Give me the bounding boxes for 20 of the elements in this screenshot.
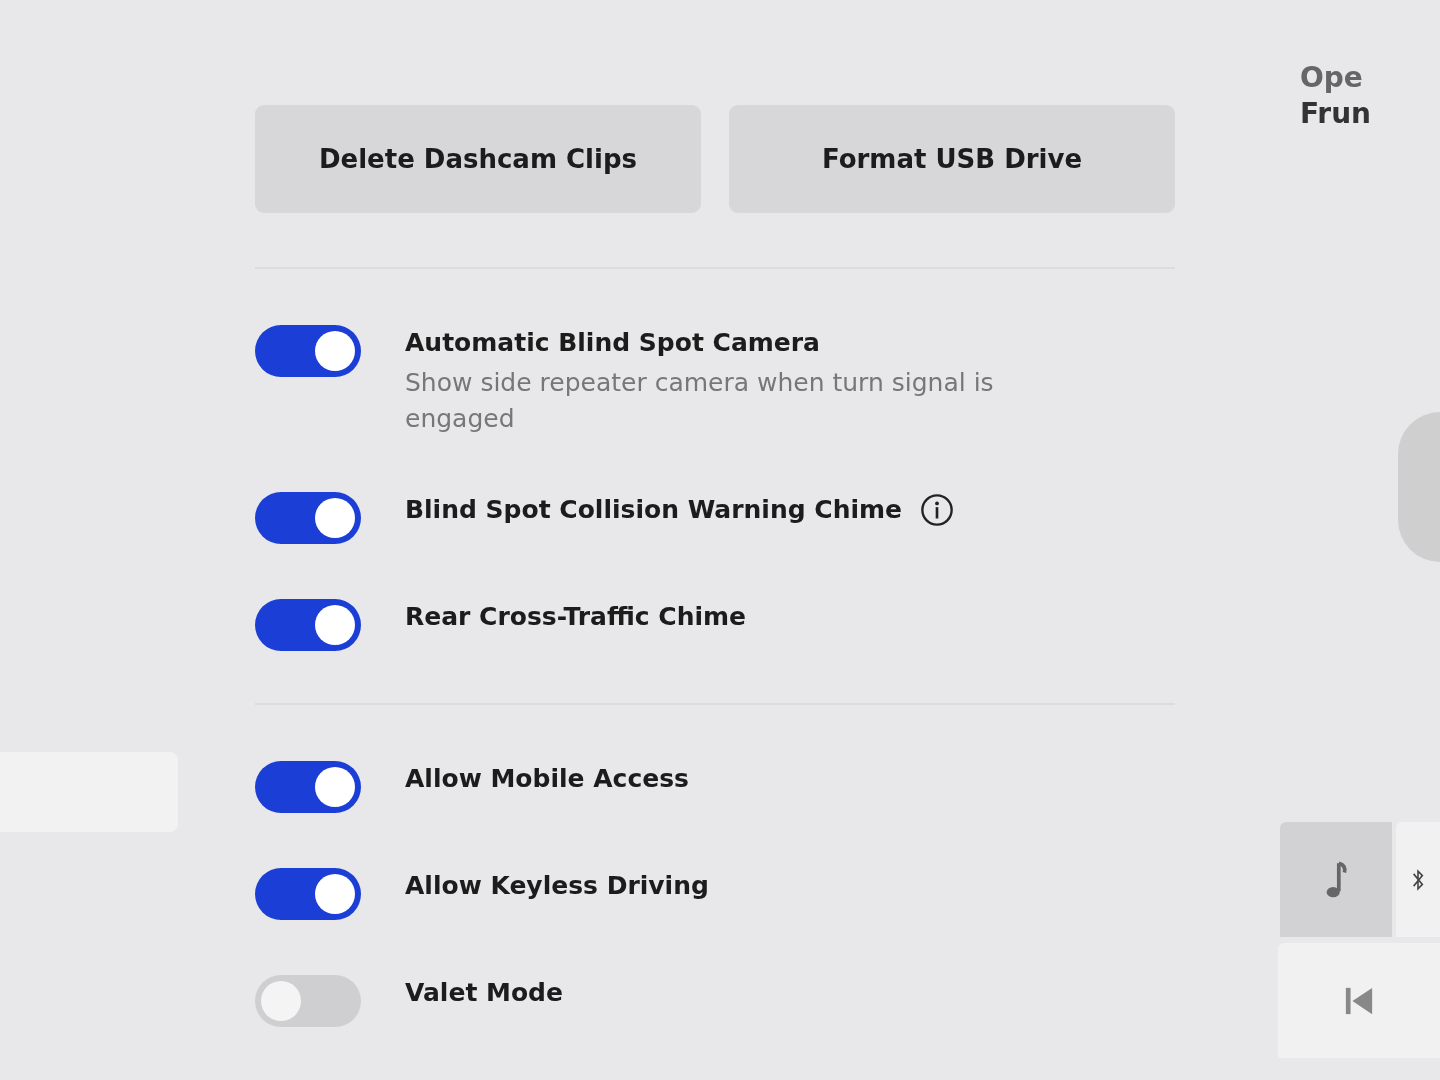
setting-title: Allow Keyless Driving (405, 870, 709, 902)
previous-track-icon (1344, 985, 1374, 1016)
toggle-switch[interactable] (255, 761, 361, 813)
setting-title: Allow Mobile Access (405, 763, 689, 795)
toggle-switch[interactable] (255, 599, 361, 651)
toggle-switch[interactable] (255, 868, 361, 920)
setting-title: Rear Cross-Traffic Chime (405, 601, 747, 633)
previous-track-button[interactable] (1278, 943, 1440, 1058)
setting-title: Automatic Blind Spot Camera (405, 327, 820, 359)
toggle-switch[interactable] (255, 492, 361, 544)
panel-label: Ope (1300, 60, 1364, 96)
toggle-switch[interactable] (255, 325, 361, 377)
action-button[interactable]: Delete Dashcam Clips (255, 105, 701, 213)
setting-title: Valet Mode (405, 977, 563, 1009)
setting-description: Show side repeater camera when turn signal is engaged (405, 367, 995, 435)
panel-label: Frun (1300, 96, 1371, 132)
toggle-switch[interactable] (255, 975, 361, 1027)
info-icon[interactable] (920, 493, 955, 527)
setting-title: Blind Spot Collision Warning Chime (405, 494, 903, 526)
action-button[interactable]: Format USB Drive (729, 105, 1175, 213)
